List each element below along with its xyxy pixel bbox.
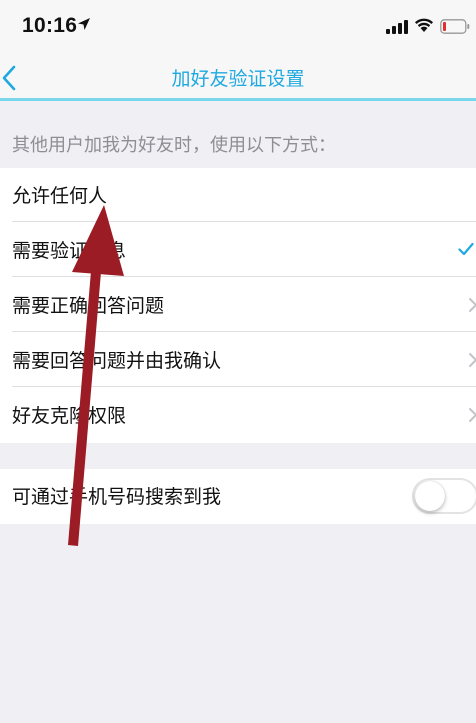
phone-search-label: 可通过手机号码搜索到我	[12, 486, 222, 508]
row-divider	[12, 386, 476, 387]
option-label: 好友克隆权限	[12, 405, 127, 427]
status-bar: 10:16	[0, 0, 476, 56]
verification-options-list: 允许任何人 需要验证信息 需要正确回答问题 需要回答问题并由我确认 好友克隆权限	[0, 168, 476, 443]
option-label: 允许任何人	[12, 185, 108, 207]
option-label: 需要验证信息	[12, 240, 127, 262]
toggle-knob	[415, 481, 445, 511]
option-allow-anyone[interactable]: 允许任何人	[0, 168, 476, 222]
option-label: 需要正确回答问题	[12, 295, 165, 317]
chevron-right-icon	[469, 353, 476, 367]
row-divider	[12, 276, 476, 277]
option-answer-and-confirm[interactable]: 需要回答问题并由我确认	[0, 333, 476, 387]
option-label: 需要回答问题并由我确认	[12, 350, 222, 372]
option-require-correct-answer[interactable]: 需要正确回答问题	[0, 278, 476, 332]
battery-icon	[440, 19, 470, 34]
section-header: 其他用户加我为好友时，使用以下方式：	[12, 135, 336, 156]
nav-accent-line	[0, 98, 476, 101]
location-arrow-icon	[78, 18, 90, 30]
wifi-icon	[415, 18, 433, 32]
option-require-verification[interactable]: 需要验证信息	[0, 223, 476, 277]
phone-search-toggle[interactable]	[412, 478, 476, 514]
cellular-signal-icon	[386, 20, 408, 34]
phone-search-setting: 可通过手机号码搜索到我	[0, 469, 476, 524]
chevron-right-icon	[469, 298, 476, 312]
page-title: 加好友验证设置	[171, 68, 305, 90]
chevron-right-icon	[469, 408, 476, 422]
row-divider	[12, 221, 476, 222]
row-divider	[12, 331, 476, 332]
checkmark-icon	[458, 242, 474, 256]
option-friend-clone-permission[interactable]: 好友克隆权限	[0, 388, 476, 442]
status-time: 10:16	[22, 14, 78, 37]
